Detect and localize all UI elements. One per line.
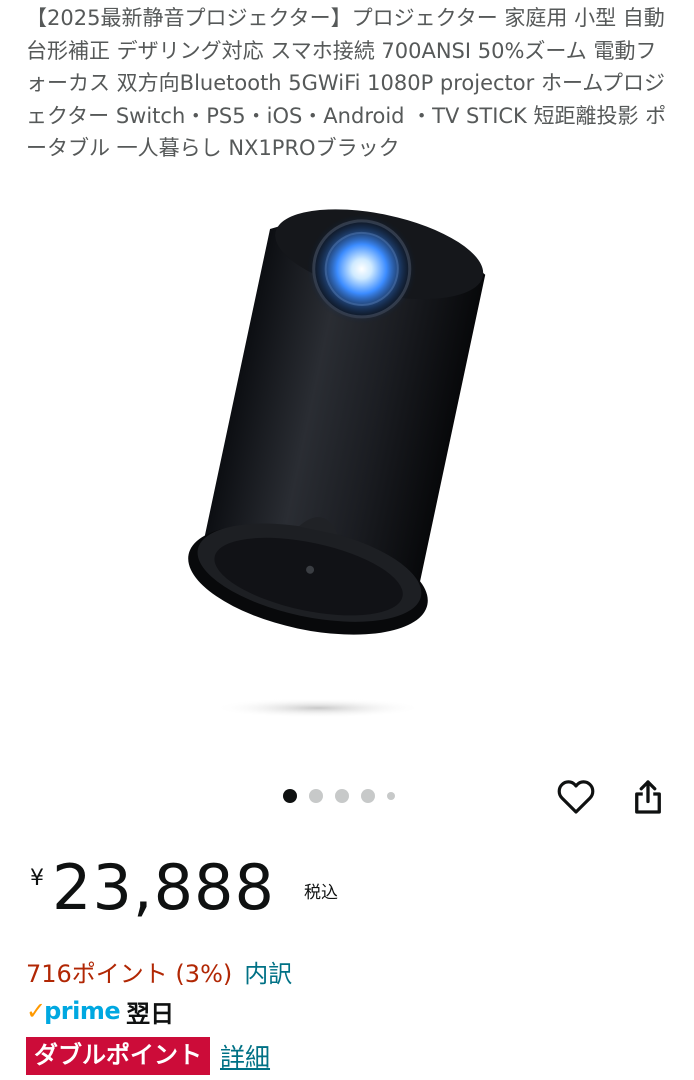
prime-delivery-row: ✓ prime 翌日 [26,994,174,1028]
wishlist-button[interactable] [556,775,596,819]
share-icon [635,780,661,814]
price-amount: 23,888 [52,851,275,924]
carousel-dot-1[interactable] [283,789,297,803]
image-carousel-dots[interactable] [283,789,395,803]
carousel-dot-3[interactable] [335,789,349,803]
carousel-dot-2[interactable] [309,789,323,803]
points-row: 716ポイント (3%) 内訳 [26,957,292,991]
details-link[interactable]: 詳細 [220,1038,270,1074]
share-button[interactable] [628,775,668,819]
product-image[interactable] [150,190,550,750]
currency-symbol: ¥ [30,866,44,891]
heart-outline-icon [557,780,595,814]
tax-label: 税込 [304,883,338,903]
points-text: 716ポイント (3%) [26,960,233,988]
double-point-badge: ダブルポイント [26,1037,210,1075]
delivery-speed: 翌日 [126,999,175,1028]
product-title: 【2025最新静音プロジェクター】プロジェクター 家庭用 小型 自動台形補正 デ… [26,6,667,160]
points-breakdown-link[interactable]: 内訳 [244,960,292,988]
carousel-dot-4[interactable] [361,789,375,803]
prime-logo: prime [44,997,121,1025]
carousel-dot-5[interactable] [387,792,395,800]
double-point-row: ダブルポイント 詳細 [26,1036,270,1076]
prime-check-icon: ✓ [26,997,47,1025]
